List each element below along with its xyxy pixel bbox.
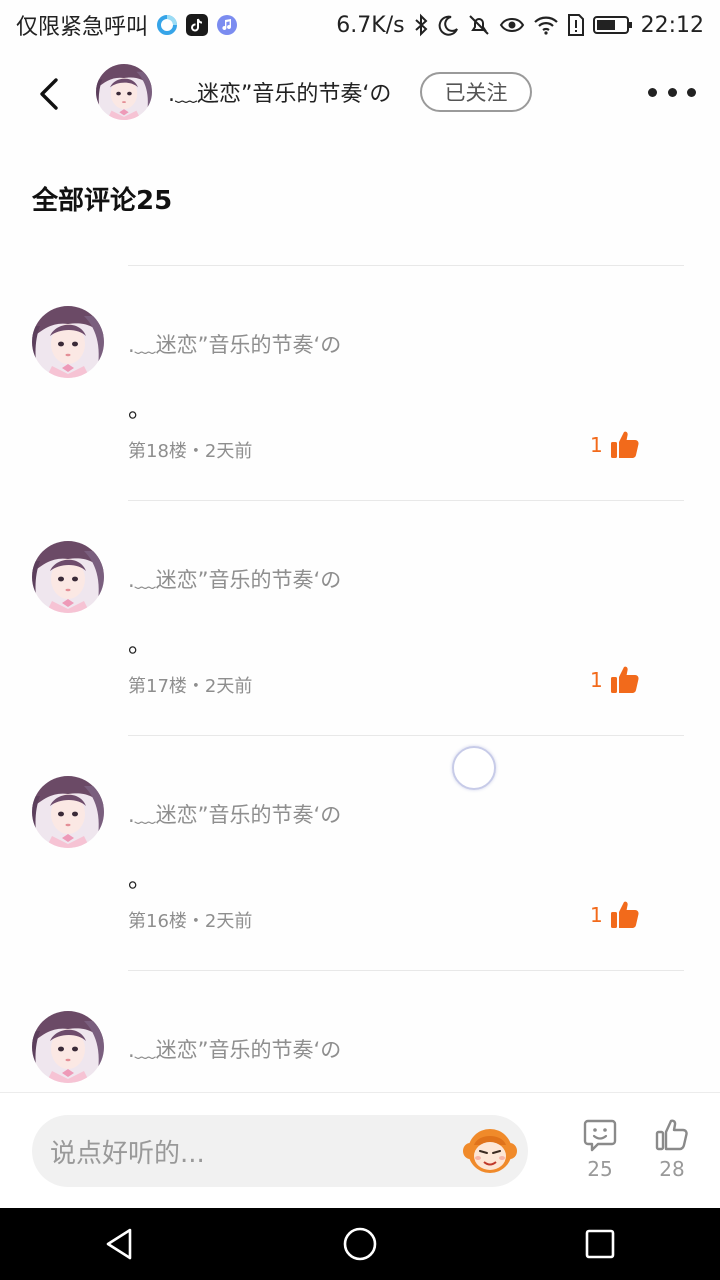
comment-meta: 第18楼・2天前 [128,441,253,462]
comment-avatar[interactable] [32,306,104,378]
comment-item: .﹏迷恋”音乐的节奏‘の 。 第17楼・2天前 1 [0,500,720,735]
carrier-label: 仅限紧急呼叫 [16,15,149,40]
like-button[interactable]: 1 [590,429,641,461]
more-dot [667,87,677,97]
more-dots-icon [648,87,657,97]
like-post-button[interactable]: 28 [646,1117,698,1181]
circle-home-icon [343,1227,377,1261]
divider [128,970,684,971]
wifi-icon [533,14,559,36]
do-not-disturb-moon-icon [437,14,459,36]
comments-button[interactable]: 25 [574,1117,626,1181]
comment-item: .﹏迷恋”音乐的节奏‘の 。 第18楼・2天前 1 [0,265,720,500]
comment-avatar[interactable] [32,776,104,848]
like-count: 1 [590,668,603,692]
more-dot [687,87,696,97]
comment-text: 。 [128,395,152,423]
comment-avatar[interactable] [32,1011,104,1083]
comment-author[interactable]: .﹏迷恋”音乐的节奏‘の [128,1034,341,1064]
triangle-back-icon [106,1228,132,1260]
nav-recents-button[interactable] [564,1208,636,1280]
comment-avatar[interactable] [32,541,104,613]
clock: 22:12 [640,12,704,38]
network-speed: 6.7K/s [336,12,405,38]
comment-input[interactable]: 说点好听的... [32,1115,528,1187]
header: .﹏迷恋”音乐的节奏‘の 已关注 [0,50,720,136]
bluetooth-icon [413,13,429,37]
divider [128,500,684,501]
status-bar: 仅限紧急呼叫 6.7K/s 22:12 [0,0,720,50]
section-title: 全部评论25 [32,186,173,216]
follow-button[interactable]: 已关注 [420,72,532,112]
comment-item: .﹏迷恋”音乐的节奏‘の [0,970,720,1092]
battery-icon [592,15,633,35]
comment-author[interactable]: .﹏迷恋”音乐的节奏‘の [128,329,341,359]
music-app-icon [216,14,238,36]
like-count: 1 [590,903,603,927]
comment-text: 。 [128,865,152,893]
comment-count: 25 [587,1157,613,1181]
comment-input-bar: 说点好听的... 25 28 [0,1092,720,1208]
nav-back-button[interactable] [84,1208,156,1280]
header-user-name[interactable]: .﹏迷恋”音乐的节奏‘の [168,76,391,108]
nav-home-button[interactable] [324,1208,396,1280]
like-count: 1 [590,433,603,457]
avatar[interactable] [96,64,152,120]
monkey-mascot-icon[interactable] [462,1125,518,1177]
thumbs-up-icon [609,899,641,931]
thumbs-up-icon [655,1119,688,1151]
assistant-app-icon [156,14,178,36]
comment-meta: 第16楼・2天前 [128,911,253,932]
like-count: 28 [659,1157,685,1181]
loading-spinner [452,746,496,790]
divider [128,735,684,736]
thumbs-up-icon [609,664,641,696]
divider [128,265,684,266]
comment-author[interactable]: .﹏迷恋”音乐的节奏‘の [128,799,341,829]
sim-alert-icon [567,13,585,37]
comment-item: .﹏迷恋”音乐的节奏‘の 。 第16楼・2天前 1 [0,735,720,970]
eye-comfort-icon [499,15,525,35]
comment-input-placeholder: 说点好听的... [50,1138,205,1169]
back-arrow-icon [40,78,58,110]
square-recents-icon [585,1229,615,1259]
thumbs-up-icon [609,429,641,461]
comment-meta: 第17楼・2天前 [128,676,253,697]
like-button[interactable]: 1 [590,664,641,696]
tiktok-app-icon [186,14,209,36]
comment-text: 。 [128,630,152,658]
like-button[interactable]: 1 [590,899,641,931]
system-nav-bar [0,1208,720,1280]
comment-author[interactable]: .﹏迷恋”音乐的节奏‘の [128,564,341,594]
muted-bell-icon [467,13,491,37]
more-button[interactable] [648,80,696,104]
back-button[interactable] [30,76,66,112]
comment-bubble-icon [583,1119,617,1152]
